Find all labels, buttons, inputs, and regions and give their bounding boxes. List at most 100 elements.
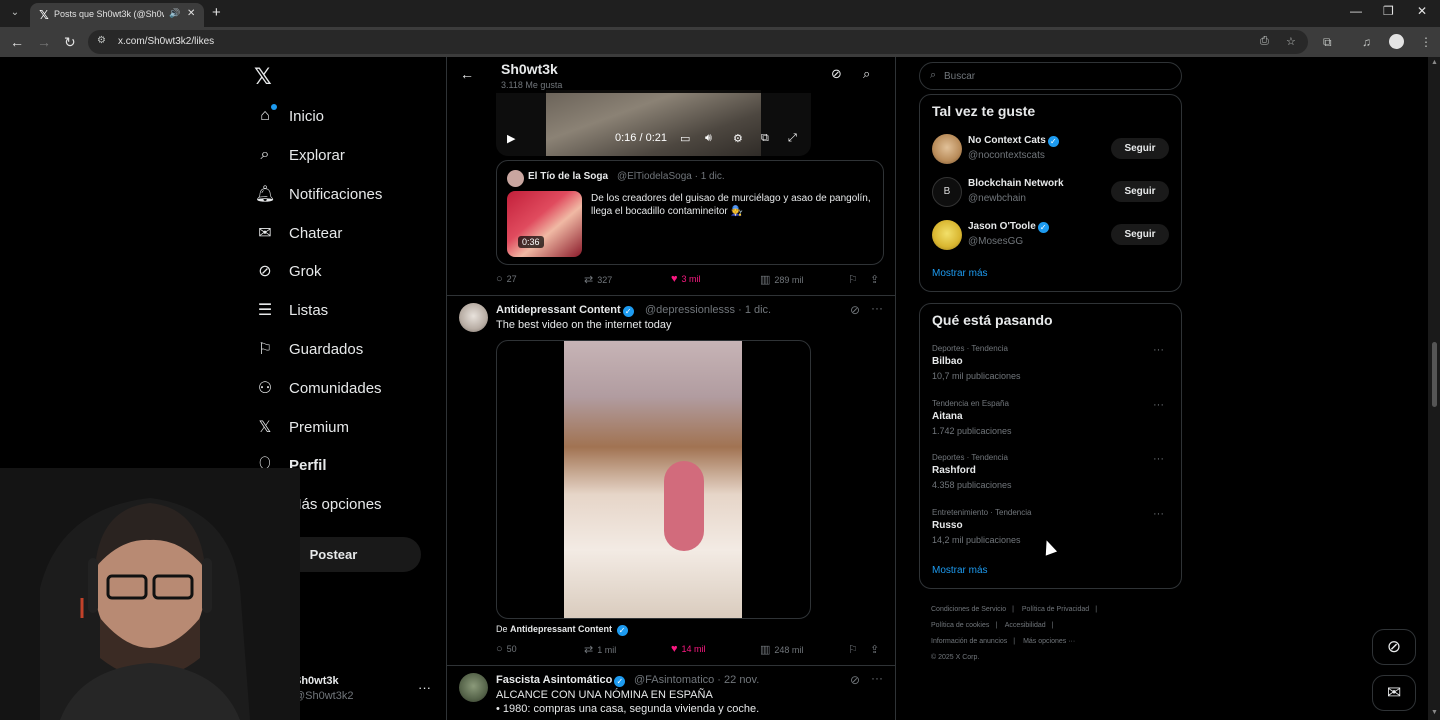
- new-tab-button[interactable]: +: [212, 4, 221, 22]
- source-name[interactable]: Antidepressant Content: [510, 624, 612, 634]
- views-button[interactable]: ▥ 289 mil: [760, 273, 803, 286]
- video-player[interactable]: ▶ 0:16 / 0:21 ▭ 🔊︎ ⚙ ⧉ ⤢: [496, 90, 811, 156]
- trend-more-icon[interactable]: ···: [1153, 399, 1164, 411]
- media-controls-icon[interactable]: ♫: [1362, 35, 1371, 49]
- nav-communities[interactable]: ⚇ Comunidades: [254, 375, 382, 401]
- close-tab-icon[interactable]: ✕: [187, 8, 195, 19]
- nav-notifications[interactable]: 🔔︎ Notificaciones: [254, 181, 383, 207]
- grok-icon[interactable]: ⊘: [850, 303, 860, 317]
- install-app-icon[interactable]: ⎙: [1260, 35, 1269, 48]
- suggestion-item[interactable]: No Context Cats ✓ @nocontextscats Seguir: [932, 134, 1172, 164]
- tab-search-button[interactable]: ⌄: [6, 4, 24, 22]
- browser-menu-icon[interactable]: ⋮: [1420, 35, 1432, 49]
- page-scrollbar[interactable]: ▲ ▼: [1428, 57, 1440, 720]
- search-input[interactable]: [944, 69, 1144, 83]
- like-button[interactable]: ♥ 14 mil: [671, 643, 706, 655]
- bell-icon: 🔔︎: [254, 186, 276, 203]
- repost-button[interactable]: ⇄ 327: [584, 273, 612, 286]
- volume-icon[interactable]: 🔊︎: [705, 132, 712, 145]
- follow-button[interactable]: Seguir: [1111, 138, 1169, 159]
- footer-link[interactable]: Política de Privacidad: [1022, 606, 1089, 613]
- trend-name: Russo: [932, 520, 963, 531]
- reload-icon[interactable]: ↻: [64, 34, 76, 50]
- quoted-video-thumbnail[interactable]: 0:36: [507, 191, 582, 257]
- nav-bookmarks[interactable]: ⚐ Guardados: [254, 336, 363, 362]
- search-box[interactable]: ⌕: [919, 62, 1182, 90]
- follow-button[interactable]: Seguir: [1111, 224, 1169, 245]
- nav-chat[interactable]: ✉ Chatear: [254, 220, 342, 246]
- post-author-name[interactable]: Fascista Asintomático ✓: [496, 674, 626, 687]
- scroll-down-icon[interactable]: ▼: [1431, 709, 1438, 716]
- grok-icon[interactable]: ⊘: [831, 66, 842, 82]
- like-button[interactable]: ♥ 3 mil: [671, 273, 701, 285]
- avatar[interactable]: [459, 673, 488, 702]
- scroll-thumb[interactable]: [1432, 342, 1437, 407]
- account-switcher[interactable]: Sh0wt3k @Sh0wt3k2: [294, 675, 353, 702]
- footer-link[interactable]: Condiciones de Servicio: [931, 606, 1006, 613]
- post-more-icon[interactable]: ···: [871, 671, 883, 685]
- nav-explore[interactable]: ⌕ Explorar: [254, 142, 345, 168]
- repost-button[interactable]: ⇄ 1 mil: [584, 643, 616, 656]
- views-button[interactable]: ▥ 248 mil: [760, 643, 803, 656]
- forward-icon[interactable]: →: [37, 34, 51, 50]
- speaker-icon[interactable]: 🔊: [169, 8, 180, 19]
- bookmark-icon: ⚐: [848, 644, 858, 656]
- share-button[interactable]: ⇪: [870, 643, 879, 656]
- share-button[interactable]: ⇪: [870, 273, 879, 286]
- restore-icon[interactable]: ❐: [1383, 4, 1394, 18]
- grok-icon[interactable]: ⊘: [850, 673, 860, 687]
- footer-link[interactable]: Información de anuncios: [931, 638, 1007, 645]
- trend-item[interactable]: Deportes · Tendencia Bilbao 10,7 mil pub…: [932, 344, 1172, 388]
- show-more-link[interactable]: Mostrar más: [932, 268, 988, 279]
- address-bar[interactable]: ⚙ x.com/Sh0wt3k2/likes ⎙ ☆: [88, 30, 1308, 54]
- show-more-link[interactable]: Mostrar más: [932, 565, 988, 576]
- communities-icon: ⚇: [257, 380, 273, 397]
- play-icon[interactable]: ▶: [507, 132, 515, 145]
- reply-button[interactable]: ○ 27: [496, 273, 517, 285]
- profile-avatar[interactable]: [1389, 34, 1404, 49]
- minimize-icon[interactable]: —: [1350, 4, 1362, 18]
- x-logo-icon[interactable]: 𝕏: [254, 64, 272, 90]
- bookmark-button[interactable]: ⚐: [848, 273, 858, 286]
- fullscreen-icon[interactable]: ⤢: [788, 132, 797, 145]
- bookmark-button[interactable]: ⚐: [848, 643, 858, 656]
- avatar[interactable]: [459, 303, 488, 332]
- captions-icon[interactable]: ▭: [680, 132, 690, 145]
- trend-more-icon[interactable]: ···: [1153, 344, 1164, 356]
- footer-link[interactable]: Accesibilidad: [1005, 622, 1046, 629]
- nav-premium[interactable]: 𝕏 Premium: [254, 414, 349, 440]
- search-icon[interactable]: ⌕: [863, 66, 870, 82]
- footer-link[interactable]: Más opciones ···: [1023, 638, 1075, 645]
- bookmark-star-icon[interactable]: ☆: [1286, 35, 1296, 48]
- trend-item[interactable]: Deportes · Tendencia Rashford 4.358 publ…: [932, 453, 1172, 497]
- picture-in-picture-icon[interactable]: ⧉: [761, 132, 769, 145]
- suggestion-name-text: Jason O'Toole: [968, 221, 1036, 232]
- scroll-up-icon[interactable]: ▲: [1431, 59, 1438, 66]
- trend-more-icon[interactable]: ···: [1153, 453, 1164, 465]
- settings-gear-icon[interactable]: ⚙: [733, 132, 743, 145]
- back-icon[interactable]: ←: [10, 34, 24, 50]
- post-more-icon[interactable]: ···: [871, 301, 883, 315]
- site-info-icon[interactable]: ⚙: [97, 35, 106, 46]
- grok-floating-button[interactable]: ⊘: [1372, 629, 1416, 665]
- trend-more-icon[interactable]: ···: [1153, 508, 1164, 520]
- account-more-icon[interactable]: ···: [418, 680, 431, 695]
- footer-link[interactable]: Política de cookies: [931, 622, 989, 629]
- suggestion-item[interactable]: Jason O'Toole ✓ @MosesGG Seguir: [932, 220, 1172, 250]
- nav-grok[interactable]: ⊘ Grok: [254, 258, 321, 284]
- follow-button[interactable]: Seguir: [1111, 181, 1169, 202]
- messages-floating-button[interactable]: ✉: [1372, 675, 1416, 711]
- reply-button[interactable]: ○ 50: [496, 643, 517, 655]
- extensions-icon[interactable]: ⧉: [1323, 35, 1332, 50]
- nav-home[interactable]: ⌂ Inicio: [254, 103, 324, 129]
- back-arrow-icon[interactable]: ←: [460, 66, 474, 82]
- suggestion-item[interactable]: B Blockchain Network @newbchain Seguir: [932, 177, 1172, 207]
- quoted-post[interactable]: El Tío de la Soga @ElTiodelaSoga · 1 dic…: [496, 160, 884, 265]
- close-window-icon[interactable]: ✕: [1417, 4, 1427, 18]
- trend-item[interactable]: Tendencia en España Aitana 1.742 publica…: [932, 399, 1172, 443]
- nav-lists[interactable]: ☰ Listas: [254, 297, 328, 323]
- post-author-name[interactable]: Antidepressant Content ✓: [496, 304, 634, 317]
- browser-tab[interactable]: 𝕏 Posts que Sh0wt3k (@Sh0wt3k2) 🔊 ✕: [30, 3, 204, 27]
- video-player[interactable]: [496, 340, 811, 619]
- avatar: [932, 134, 962, 164]
